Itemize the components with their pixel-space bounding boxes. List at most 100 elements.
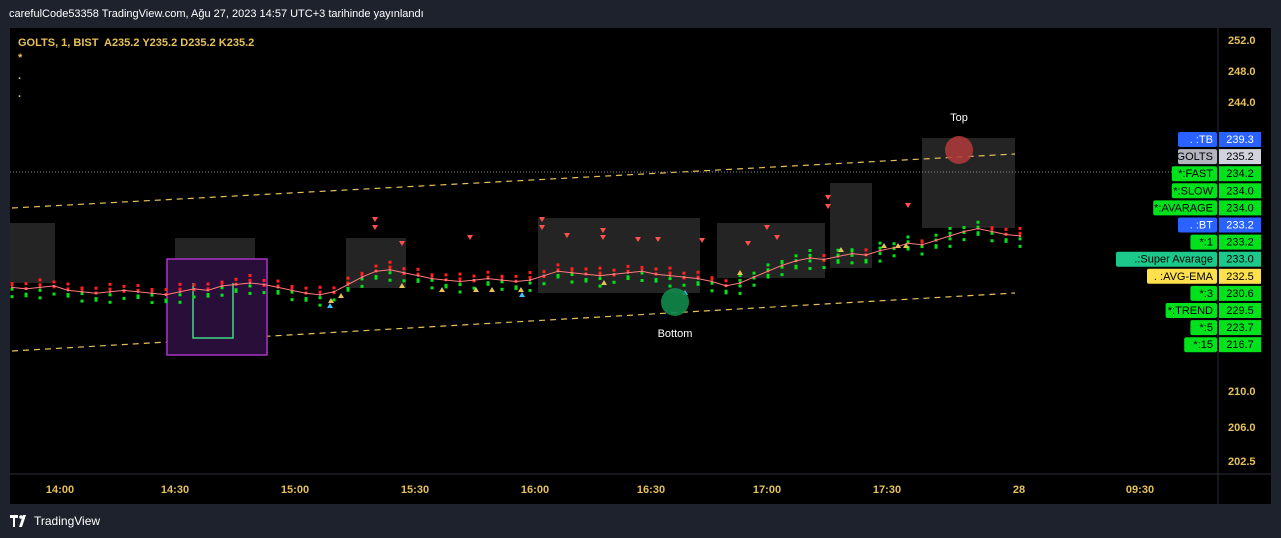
price-dot [248,278,252,282]
price-dot [472,274,476,278]
price-dot [864,248,868,252]
time-tick-label: 15:00 [281,484,309,496]
price-dot [94,286,98,290]
indicator-name: *:TREND [1168,305,1213,317]
price-dot [248,274,252,277]
price-dot [584,279,588,283]
indicator-name: *:SLOW [1173,185,1213,197]
time-tick-label: 17:30 [873,484,901,496]
price-tick-label: 206.0 [1228,422,1256,434]
tradingview-logo[interactable]: TradingView [10,514,100,528]
price-chart[interactable]: Top Bottom 252.0 248.0 244.0 210.0 206.0 202.5… [10,28,1271,504]
price-dot [850,261,854,265]
price-dot [52,280,56,284]
legend-line-2: . [18,70,21,82]
price-dot [668,266,672,270]
price-dot [388,271,392,275]
price-dot [598,284,602,288]
price-dot [108,293,112,297]
price-dot [80,286,84,290]
indicator-name: *:FAST [1178,168,1213,180]
price-dot [248,291,252,295]
indicator-label: GOLTS 235.2 [1177,149,1261,165]
price-dot [108,287,112,291]
price-dot [388,265,392,269]
price-dot [598,271,602,275]
price-dot [724,291,728,295]
price-dot [878,252,882,256]
indicator-value: 223.7 [1226,322,1254,334]
price-dot [10,282,14,286]
price-dot [444,285,448,289]
price-dot [304,298,308,302]
price-dot [486,282,490,286]
price-dot [150,287,154,291]
price-dot [556,275,560,279]
price-dot [178,293,182,297]
price-dot [654,279,658,283]
time-tick-label: 09:30 [1126,484,1154,496]
indicator-value: 232.5 [1226,271,1254,283]
time-tick-label: 28 [1013,484,1025,496]
ohlc-values: A235.2 Y235.2 D235.2 K235.2 [104,37,254,49]
price-dot [402,279,406,283]
price-dot [444,273,448,277]
price-dot [682,271,686,275]
price-dot [542,282,546,286]
price-dot [24,282,28,286]
price-axis: 252.0 248.0 244.0 210.0 206.0 202.5 [1228,35,1256,468]
price-dot [38,283,42,287]
price-dot [892,254,896,258]
indicator-label: .:Super Avarage 233.0 [1116,251,1261,267]
price-dot [290,285,294,289]
price-dot [430,273,434,277]
price-dot [304,286,308,290]
price-dot [668,277,672,281]
indicator-label: . :TB 239.3 [1178,132,1261,147]
cloud-segment [538,218,700,293]
price-dot [318,303,322,307]
price-dot [178,282,182,286]
price-dot [178,287,182,291]
price-dot [346,288,350,292]
price-dot [990,226,994,230]
price-dot [920,239,924,243]
ohlc-legend: GOLTS, 1, BIST A235.2 Y235.2 D235.2 K235… [18,37,254,100]
channel-lower-line [11,292,1016,352]
price-dot [682,283,686,287]
indicator-label: *:TREND 229.5 [1165,303,1261,318]
price-dot [500,287,504,291]
chart-area[interactable]: Top Bottom 252.0 248.0 244.0 210.0 206.0 202.5… [10,28,1271,504]
price-dot [262,279,266,282]
price-dot [962,238,966,242]
buy-marker [439,287,445,292]
price-dot [752,271,756,275]
price-dot [780,273,784,277]
price-dot [206,282,210,286]
price-dot [318,285,322,289]
price-dot [556,263,560,267]
price-dot [248,284,252,288]
price-tick-label: 202.5 [1228,456,1256,468]
price-dot [570,280,574,284]
price-dot [122,284,126,288]
indicator-label: *:5 223.7 [1190,320,1261,336]
symbol-label[interactable]: GOLTS, 1, BIST [18,37,99,49]
sell-marker [372,225,378,230]
price-dot [486,270,490,274]
price-dot [640,279,644,282]
price-dot [906,235,910,239]
indicator-name: . :TB [1190,134,1213,146]
price-dot [332,286,336,290]
price-dot [1004,227,1008,231]
indicator-label: *:AVARAGE 234.0 [1153,200,1261,216]
price-dot [612,280,616,284]
indicator-value: 234.0 [1226,185,1254,197]
price-dot [38,288,42,292]
price-dot [38,296,42,300]
price-dot [738,284,742,288]
price-dot [416,267,420,271]
price-dot [164,288,168,292]
time-tick-label: 16:00 [521,484,549,496]
indicator-name: *:15 [1193,339,1213,351]
